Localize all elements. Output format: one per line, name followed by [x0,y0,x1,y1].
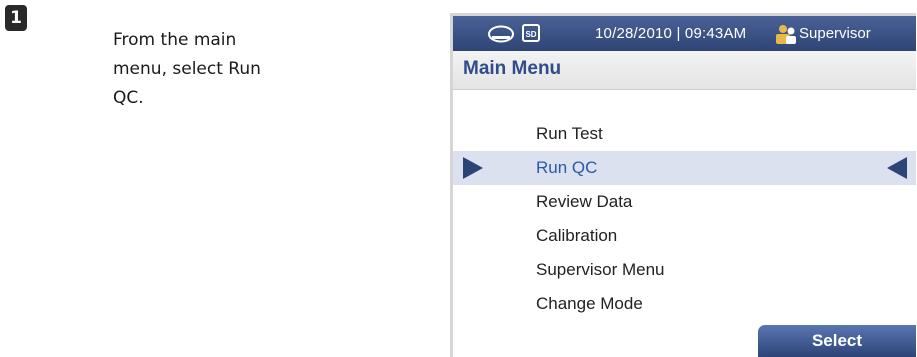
title-bar: Main Menu [453,51,916,90]
status-bar: SD 10/28/2010 | 09:43AM Supervisor [453,16,916,51]
status-datetime: 10/28/2010 | 09:43AM [595,25,747,42]
svg-text:SD: SD [525,30,536,39]
menu-item-label: Supervisor Menu [536,260,665,279]
menu-item-review-data[interactable]: Review Data [453,185,916,219]
status-user: Supervisor [799,25,871,42]
step-instruction: From the main menu, select Run QC. [113,30,261,108]
menu-item-label: Calibration [536,226,618,245]
page-title: Main Menu [463,58,562,79]
menu-item-label: Review Data [536,192,633,211]
menu-item-label: Change Mode [536,294,643,313]
menu-item-label: Run Test [536,124,603,143]
menu-item-calibration[interactable]: Calibration [453,219,916,253]
main-menu-list: Run Test Run QC Review Data Calibration … [453,117,916,321]
step-number-badge: 1 [5,5,27,31]
menu-item-run-qc[interactable]: Run QC [453,151,916,185]
user-group-icon [775,24,797,48]
sd-card-icon: SD [521,23,541,47]
select-button[interactable]: Select [758,325,916,357]
card-reader-icon [487,23,515,47]
menu-item-run-test[interactable]: Run Test [453,117,916,151]
selection-arrow-right-icon [463,157,483,179]
menu-item-change-mode[interactable]: Change Mode [453,287,916,321]
screen: SD 10/28/2010 | 09:43AM Supervisor Main … [453,16,916,357]
menu-item-label: Run QC [536,158,598,177]
menu-item-supervisor-menu[interactable]: Supervisor Menu [453,253,916,287]
device-display: SD 10/28/2010 | 09:43AM Supervisor Main … [450,13,916,357]
selection-arrow-left-icon [887,157,907,179]
